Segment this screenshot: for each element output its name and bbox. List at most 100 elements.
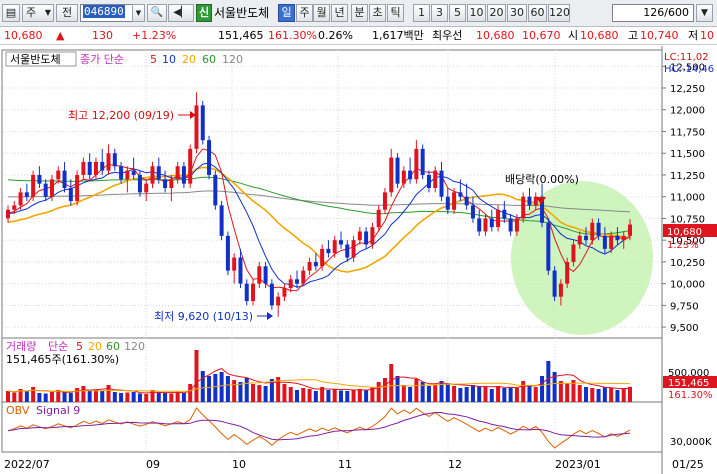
obv-signal-label: Signal 9 [36,404,80,417]
vol-ma20: 20 [88,340,102,353]
candle-body [100,161,105,171]
interval-tab-2[interactable]: 5 [449,4,466,22]
candle-body [6,209,10,219]
candle-body [370,227,375,245]
candle-body [502,209,507,219]
candle-body [112,153,117,167]
market-select-value: 주 [26,6,37,19]
quote-bar: 10,680 ▲ 130 +1.23% 151,465 161.30% 0.26… [0,27,717,45]
volume-bar [93,390,98,402]
volume-bar [125,392,130,402]
volume-bar [395,376,400,402]
volume-bar [590,388,595,402]
volume-bar [81,386,86,402]
candle-body [357,231,362,241]
candle-body [590,222,595,241]
volume-bar [326,390,331,402]
candle-body [156,166,161,180]
candle-body [609,235,614,249]
stock-name: 서울반도체 [214,6,270,20]
period-tab-2[interactable]: 월 [313,4,330,22]
candle-body [445,196,450,210]
interval-tab-4[interactable]: 20 [487,4,506,22]
candle-body [552,270,557,297]
candle-body [163,179,168,188]
interval-tab-0[interactable]: 1 [413,4,430,22]
interval-tab-6[interactable]: 60 [528,4,547,22]
legend-ma5: 5 [150,53,157,66]
volume-bar [156,392,161,402]
volume-bar [389,364,394,402]
date-label: 09 [146,458,160,471]
volume-bar [414,379,419,402]
candle-body [489,218,494,228]
candle-body [207,140,212,175]
chevron-down-icon: ▼ [44,8,51,17]
interval-tab-3[interactable]: 10 [467,4,486,22]
candle-body [338,240,343,245]
interval-tab-1[interactable]: 3 [431,4,448,22]
candle-body [24,192,29,197]
volume-bar [602,387,607,402]
volume-bar [43,393,48,402]
candle-body [470,205,475,219]
jeon-button[interactable]: 전 [56,4,78,22]
volume-bar [609,388,614,402]
high-price: 10,740 [640,29,679,42]
candle-body [87,161,92,175]
period-tab-5[interactable]: 초 [369,4,386,22]
search-icon[interactable]: 🔍 [147,4,167,22]
volume-bar [584,387,589,402]
price-change: 130 [92,29,113,42]
candle-body [194,105,199,149]
volume-bar [175,392,180,402]
dropdown-arrow-icon[interactable]: ▼ [696,4,713,22]
period-tab-0[interactable]: 일 [278,4,295,22]
volume-bar [477,386,482,402]
candle-body [37,174,42,184]
legend-ma20: 20 [182,53,196,66]
date-label: 2023/01 [555,458,601,471]
candle-body [257,266,262,284]
candle-body [332,240,337,254]
code-dropdown-icon[interactable]: ▼ [132,4,145,22]
volume-bar [194,350,199,402]
candle-body [301,270,306,284]
trade-amount: 1,617백만 [372,29,424,42]
volume-bar [621,389,626,402]
candle-body [18,192,23,206]
candle-body [295,279,300,284]
sin-badge[interactable]: 신 [196,4,212,22]
candle-body [326,248,331,254]
volume-bar [483,387,488,402]
volume-label: 거래량 [6,340,36,353]
highlight-ellipse [511,181,653,335]
volume-bar [68,393,73,402]
volume-bar [376,382,381,402]
period-tab-1[interactable]: 주 [296,4,313,22]
volume-bar [295,390,300,402]
volume-bar [49,392,54,402]
candle-body [244,283,249,302]
period-tab-6[interactable]: 틱 [387,4,404,22]
best-ask: 10,680 [476,29,515,42]
stock-chart[interactable]: 12,50012,25012,00011,75011,50011,25011,0… [0,46,717,474]
volume-tag-text: 151,465 [668,378,709,389]
market-select[interactable]: 주 ▼ [22,4,54,22]
vol-ma60: 60 [106,340,120,353]
candle-body [514,218,519,232]
speaker-icon[interactable]: ◀▏ [168,4,194,22]
menu-toggle-icon[interactable]: ▤ [2,4,20,22]
best-bid: 10,670 [522,29,561,42]
interval-tab-5[interactable]: 30 [507,4,527,22]
volume-bar [527,386,532,402]
volume-bar [37,393,42,402]
interval-tab-7[interactable]: 120 [548,4,570,22]
volume-bar [251,384,256,402]
candle-body [345,244,350,258]
volume-bar [169,393,174,402]
period-tab-3[interactable]: 년 [331,4,348,22]
period-tab-4[interactable]: 분 [351,4,368,22]
volume-bar [200,371,205,402]
candle-body [621,235,626,241]
